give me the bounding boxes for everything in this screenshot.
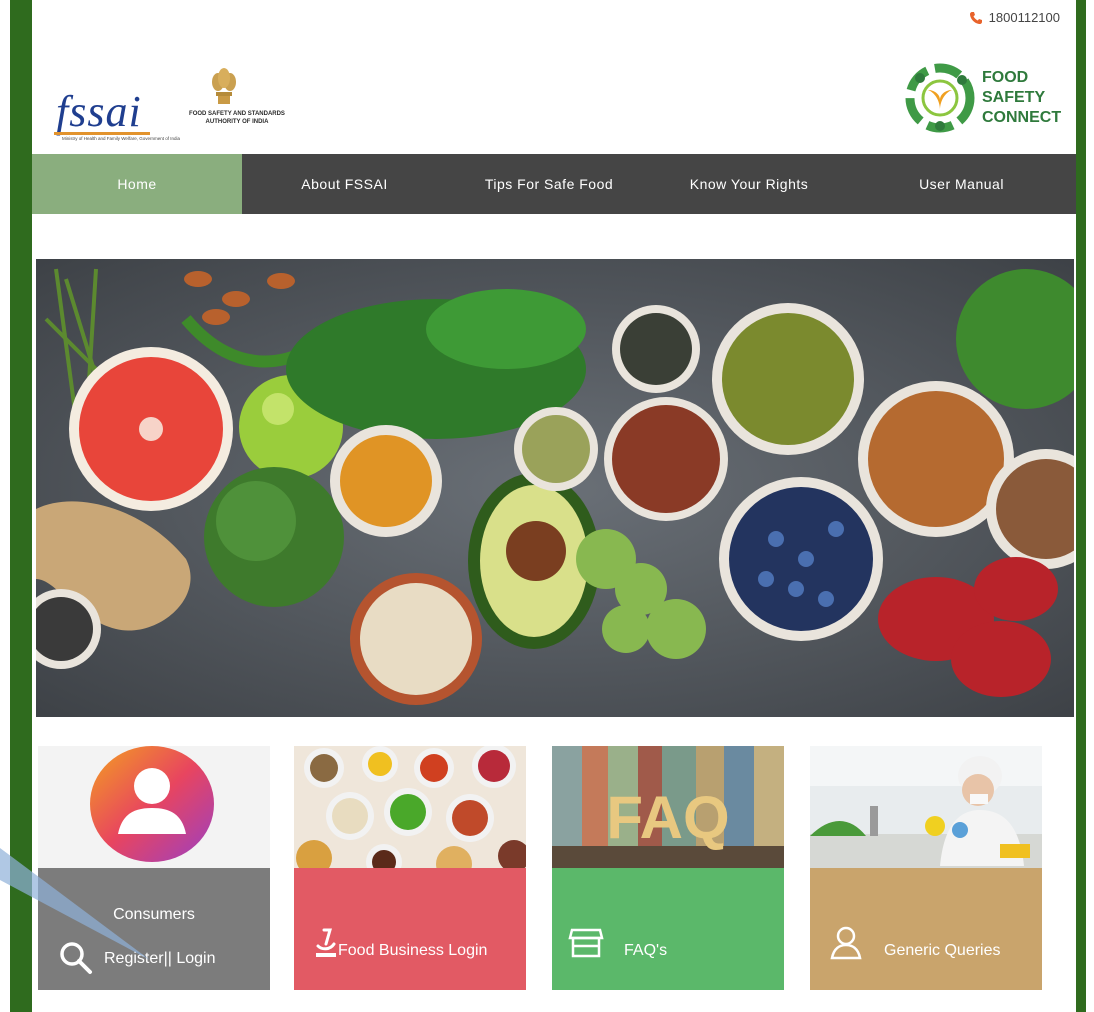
faq-card[interactable]: FAQ FAQ's: [552, 746, 784, 990]
faq-photo: FAQ: [552, 746, 784, 868]
fssai-name-line2: AUTHORITY OF INDIA: [205, 119, 269, 125]
generic-queries-card-image: [810, 746, 1042, 868]
register-login-link[interactable]: Register|| Login: [104, 950, 215, 968]
nav-tips-for-safe-food[interactable]: Tips For Safe Food: [447, 154, 651, 214]
lab-scientist-photo: [810, 746, 1042, 868]
frame-right-border: [1076, 0, 1086, 1012]
food-safety-connect-logo[interactable]: FOOD SAFETY CONNECT: [904, 50, 1076, 146]
nav-about-fssai[interactable]: About FSSAI: [242, 154, 447, 214]
fssai-wordmark: fssai: [56, 87, 142, 136]
main-nav: Home About FSSAI Tips For Safe Food Know…: [32, 154, 1076, 214]
generic-queries-link[interactable]: Generic Queries: [884, 942, 1001, 960]
fssai-name-line1: FOOD SAFETY AND STANDARDS: [189, 111, 285, 117]
page: 1800112100 fssai FOOD SAFETY AND STANDAR…: [32, 0, 1076, 1012]
food-business-login-link[interactable]: Food Business Login: [338, 942, 487, 960]
food-business-card-band: Food Business Login: [294, 868, 526, 990]
fssai-underline: [54, 132, 150, 135]
nav-user-manual[interactable]: User Manual: [847, 154, 1076, 214]
faq-card-image: FAQ: [552, 746, 784, 868]
food-bowls-photo: [294, 746, 526, 868]
frame-left-border: [10, 0, 32, 1012]
generic-queries-card-band: Generic Queries: [810, 868, 1042, 990]
helpline: 1800112100: [969, 10, 1060, 25]
consumers-title: Consumers: [113, 906, 195, 923]
generic-queries-card[interactable]: Generic Queries: [810, 746, 1042, 990]
store-icon: [568, 928, 604, 958]
national-emblem-icon: [212, 68, 236, 104]
faq-image-text: FAQ: [606, 784, 729, 851]
healthy-food-illustration: [36, 259, 1074, 717]
hero-banner-image: [36, 259, 1074, 717]
fssai-ministry: Ministry of Health and Family Welfare, G…: [62, 136, 180, 141]
user-avatar-icon: [90, 746, 214, 862]
fsc-line2: SAFETY: [982, 89, 1046, 106]
food-business-card-image: [294, 746, 526, 868]
food-business-card[interactable]: Food Business Login: [294, 746, 526, 990]
food-safety-connect-icon: [905, 63, 975, 133]
consumers-card[interactable]: Consumers Register|| Login: [38, 746, 270, 990]
helpline-number[interactable]: 1800112100: [989, 10, 1060, 25]
user-icon: [830, 926, 862, 960]
food-safety-connect-wordmark: FOOD SAFETY CONNECT: [982, 68, 1061, 128]
consumers-card-band: Consumers Register|| Login: [38, 868, 270, 990]
faq-card-band: FAQ's: [552, 868, 784, 990]
nav-know-your-rights[interactable]: Know Your Rights: [651, 154, 847, 214]
phone-icon: [969, 11, 983, 25]
nav-home[interactable]: Home: [32, 154, 242, 214]
fsc-line3: CONNECT: [982, 109, 1062, 126]
fssai-logo[interactable]: fssai FOOD SAFETY AND STANDARDS AUTHORIT…: [46, 64, 306, 150]
faq-link[interactable]: FAQ's: [624, 942, 667, 960]
search-icon: [60, 942, 92, 974]
microscope-icon: [316, 928, 336, 957]
fsc-line1: FOOD: [982, 69, 1029, 86]
consumers-card-image: [38, 746, 270, 868]
fssai-full-name: FOOD SAFETY AND STANDARDS AUTHORITY OF I…: [162, 110, 312, 126]
